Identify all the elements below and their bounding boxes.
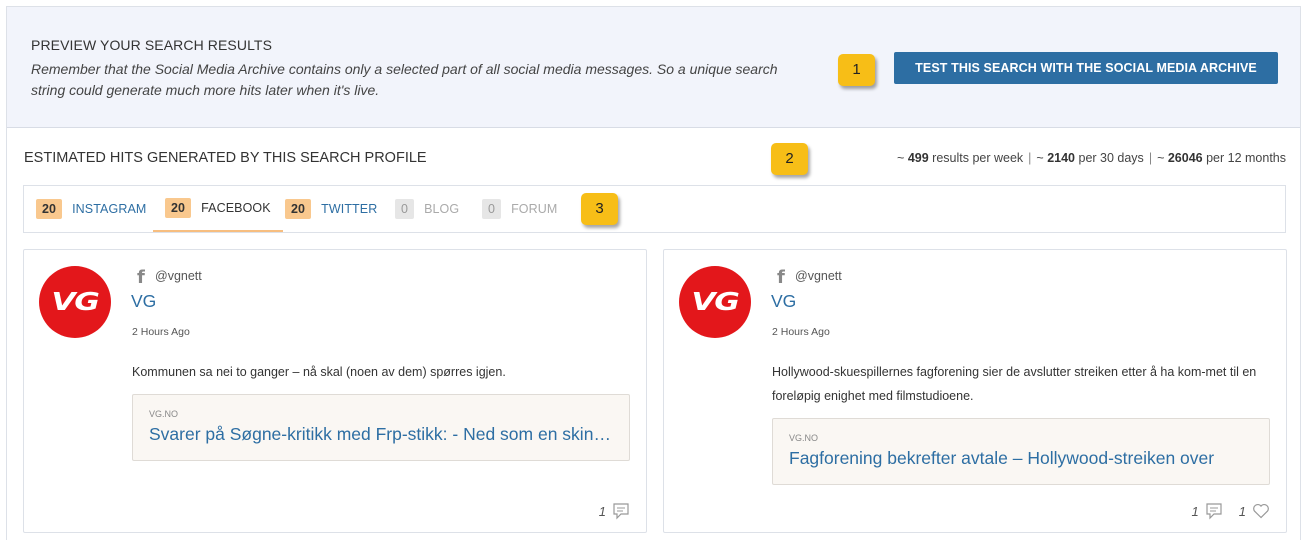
- approx-sign: ~: [897, 151, 908, 165]
- post-time: 2 Hours Ago: [772, 326, 830, 338]
- tab-instagram[interactable]: 20 INSTAGRAM: [36, 186, 146, 232]
- link-domain: VG.NO: [149, 409, 179, 419]
- post-footer: 1: [599, 502, 630, 520]
- hits-per-12-months: 26046: [1167, 151, 1203, 165]
- comment-count: 1: [598, 503, 606, 519]
- hits-per-week-label: results per week: [928, 151, 1024, 165]
- post-handle[interactable]: @vgnett: [155, 269, 202, 283]
- link-title[interactable]: Svarer på Søgne-kritikk med Frp-stikk: -…: [149, 424, 619, 445]
- tab-facebook[interactable]: 20 FACEBOOK: [153, 186, 283, 232]
- tab-label: FORUM: [511, 202, 558, 216]
- heart-icon[interactable]: [1252, 502, 1270, 520]
- vg-logo: VG: [679, 266, 751, 338]
- post-time: 2 Hours Ago: [132, 326, 190, 338]
- tab-count: 20: [285, 199, 312, 219]
- hits-per-30-days: 2140: [1047, 151, 1076, 165]
- tab-count: 20: [36, 199, 63, 219]
- post-message: Kommunen sa nei to ganger – nå skal (noe…: [132, 365, 506, 379]
- facebook-icon: f: [777, 267, 785, 288]
- approx-sign: ~: [1157, 151, 1168, 165]
- estimated-hits-title: ESTIMATED HITS GENERATED BY THIS SEARCH …: [24, 150, 427, 166]
- link-preview[interactable]: VG.NO Svarer på Søgne-kritikk med Frp-st…: [132, 394, 630, 461]
- search-preview-panel: PREVIEW YOUR SEARCH RESULTS Remember tha…: [6, 6, 1301, 540]
- step-marker-3: 3: [581, 193, 618, 225]
- post-card: VG f @vgnett VG 2 Hours Ago Hollywood-sk…: [663, 249, 1287, 533]
- post-footer: 1 1: [1192, 502, 1270, 520]
- tab-twitter[interactable]: 20 TWITTER: [285, 186, 377, 232]
- tab-blog[interactable]: 0 BLOG: [395, 186, 459, 232]
- comment-icon[interactable]: [1205, 502, 1223, 520]
- vg-logo: VG: [39, 266, 111, 338]
- tab-label: BLOG: [424, 202, 460, 216]
- comment-count: 1: [1191, 503, 1199, 519]
- post-card: VG f @vgnett VG 2 Hours Ago Kommunen sa …: [23, 249, 647, 533]
- stats-separator: |: [1028, 151, 1032, 165]
- facebook-icon: f: [137, 267, 145, 288]
- step-marker-1: 1: [838, 54, 875, 86]
- post-message: Hollywood-skuespillernes fagforening sie…: [772, 365, 1257, 403]
- preview-title: PREVIEW YOUR SEARCH RESULTS: [31, 37, 273, 53]
- approx-sign: ~: [1036, 151, 1048, 165]
- estimated-hits-stats: ~ 499 results per week | ~ 2140 per 30 day…: [897, 151, 1286, 165]
- post-source-name[interactable]: VG: [771, 291, 796, 312]
- tab-label: TWITTER: [321, 202, 378, 216]
- hits-per-week: 499: [907, 151, 929, 165]
- link-domain: VG.NO: [789, 433, 819, 443]
- link-title[interactable]: Fagforening bekrefter avtale – Hollywood…: [789, 448, 1259, 469]
- like-count: 1: [1238, 503, 1246, 519]
- step-marker-2: 2: [771, 143, 808, 175]
- tab-forum[interactable]: 0 FORUM: [482, 186, 557, 232]
- hits-per-12-months-label: per 12 months: [1202, 151, 1286, 165]
- comment-icon[interactable]: [612, 502, 630, 520]
- logo-text: VG: [51, 287, 100, 316]
- logo-text: VG: [691, 287, 740, 316]
- test-search-button[interactable]: TEST THIS SEARCH WITH THE SOCIAL MEDIA A…: [894, 52, 1278, 84]
- preview-description: Remember that the Social Media Archive c…: [31, 61, 778, 98]
- tab-label: INSTAGRAM: [72, 202, 147, 216]
- tab-count: 0: [482, 199, 502, 219]
- tab-count: 20: [165, 198, 192, 218]
- tab-count: 0: [395, 199, 415, 219]
- network-tabs: 20 INSTAGRAM 20 FACEBOOK 20 TWITTER 0 BLOG 0…: [23, 185, 1286, 233]
- post-source-name[interactable]: VG: [131, 291, 156, 312]
- tab-label: FACEBOOK: [201, 201, 271, 215]
- hits-per-30-days-label: per 30 days: [1075, 151, 1144, 165]
- stats-separator: |: [1148, 151, 1153, 165]
- link-preview[interactable]: VG.NO Fagforening bekrefter avtale – Hol…: [772, 418, 1270, 485]
- post-handle[interactable]: @vgnett: [795, 269, 842, 283]
- preview-section: PREVIEW YOUR SEARCH RESULTS Remember tha…: [7, 7, 1300, 128]
